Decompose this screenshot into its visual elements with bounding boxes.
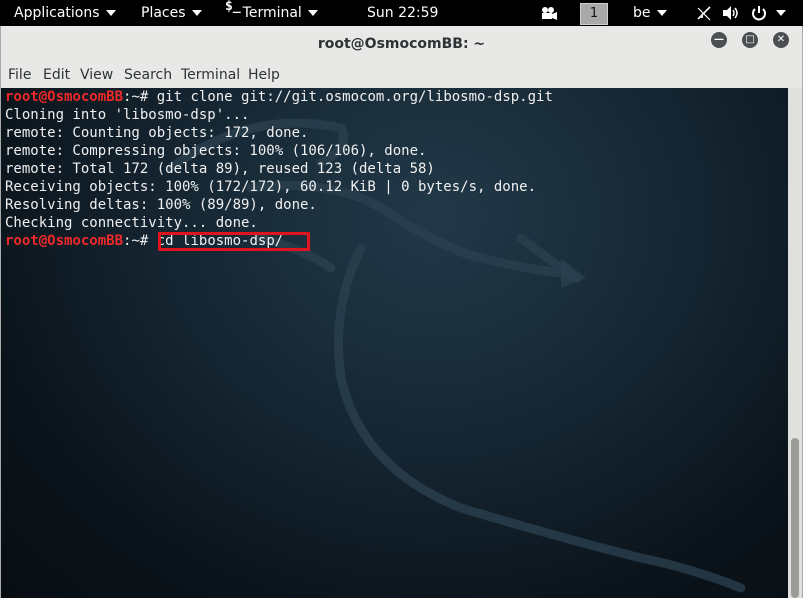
menu-search[interactable]: Search (124, 62, 172, 88)
prompt-user: root@OsmocomBB (5, 233, 124, 249)
terminal-output[interactable]: root@OsmocomBB:~# git clone git://git.os… (1, 88, 788, 598)
applications-label: Applications (14, 5, 100, 21)
maximize-icon: □ (745, 34, 755, 45)
clock-label: Sun 22:59 (367, 5, 439, 21)
close-icon: ✕ (776, 34, 786, 45)
terminal-line: Cloning into 'libosmo-dsp'... (5, 107, 250, 123)
places-menu[interactable]: Places (141, 0, 202, 26)
prompt-suffix: :~# (123, 89, 149, 105)
workspace-indicator[interactable]: 1 (580, 3, 608, 25)
menu-terminal[interactable]: Terminal (181, 62, 240, 88)
keyboard-layout-menu[interactable]: be (633, 0, 667, 26)
terminal-icon: $_ (225, 0, 241, 14)
chevron-down-icon (656, 10, 667, 16)
prompt-user: root@OsmocomBB (5, 89, 124, 105)
workspace-number: 1 (589, 6, 599, 21)
terminal-line: Checking connectivity... done. (5, 215, 258, 231)
scrollbar-thumb[interactable] (791, 438, 799, 598)
terminal-app-label: Terminal (242, 5, 302, 21)
network-off-icon[interactable] (696, 0, 712, 26)
command-text: git clone git://git.osmocom.org/libosmo-… (148, 89, 553, 105)
keyboard-layout-label: be (633, 5, 651, 21)
menu-view[interactable]: View (80, 62, 113, 88)
menu-help[interactable]: Help (248, 62, 280, 88)
terminal-scrollbar[interactable] (788, 88, 802, 598)
minimize-button[interactable]: — (711, 32, 727, 48)
close-button[interactable]: ✕ (773, 32, 789, 48)
volume-icon[interactable] (721, 0, 741, 26)
window-titlebar[interactable]: root@OsmocomBB: ~ — □ ✕ (1, 26, 802, 62)
terminal-line: Receiving objects: 100% (172/172), 60.12… (5, 179, 537, 195)
terminal-line: Resolving deltas: 100% (89/89), done. (5, 197, 317, 213)
top-bar: Applications Places $_ Terminal Sun 22:59… (0, 0, 803, 26)
clock[interactable]: Sun 22:59 (367, 0, 438, 26)
menu-bar: File Edit View Search Terminal Help (1, 62, 802, 88)
terminal-line: remote: Counting objects: 172, done. (5, 125, 309, 141)
menu-edit[interactable]: Edit (43, 62, 70, 88)
terminal-window: root@OsmocomBB: ~ — □ ✕ File Edit View S… (0, 26, 803, 598)
power-icon[interactable] (750, 0, 768, 26)
minimize-icon: — (714, 34, 724, 45)
chevron-down-icon (191, 10, 202, 16)
window-title: root@OsmocomBB: ~ (317, 36, 486, 52)
terminal-line: remote: Total 172 (delta 89), reused 123… (5, 161, 435, 177)
camera-icon[interactable] (540, 0, 558, 26)
chevron-down-icon (105, 10, 116, 16)
terminal-app-menu[interactable]: $_ Terminal (225, 0, 318, 26)
terminal-line: root@OsmocomBB:~# git clone git://git.os… (5, 88, 553, 106)
chevron-down-icon (776, 10, 786, 16)
places-label: Places (141, 5, 186, 21)
maximize-button[interactable]: □ (742, 32, 758, 48)
terminal-line: remote: Compressing objects: 100% (106/1… (5, 143, 427, 159)
applications-menu[interactable]: Applications (14, 0, 116, 26)
chevron-down-icon (307, 10, 318, 16)
system-menu-caret[interactable] (776, 0, 786, 26)
command-highlight-box (158, 232, 310, 251)
prompt-suffix: :~# (123, 233, 149, 249)
menu-file[interactable]: File (8, 62, 31, 88)
